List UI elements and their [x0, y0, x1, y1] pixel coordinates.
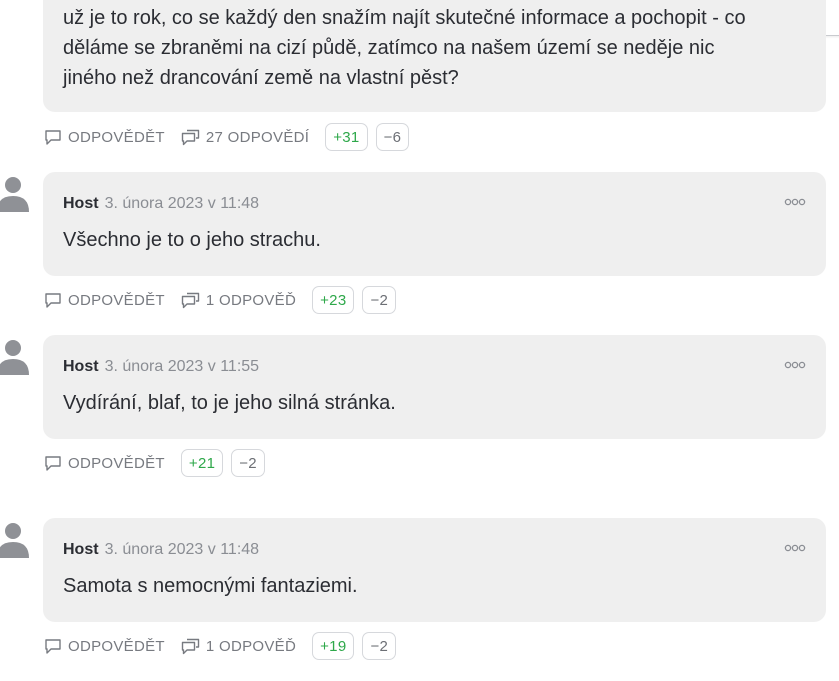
replies-label: 1 ODPOVĚĎ	[205, 637, 297, 655]
upvote-button[interactable]: +23	[312, 286, 355, 314]
comment-meta: Host 3. února 2023 v 11:48	[63, 541, 259, 559]
comment-author[interactable]: Host	[63, 541, 99, 558]
speech-bubbles-icon	[181, 292, 200, 308]
downvote-button[interactable]: −2	[362, 286, 397, 314]
comment-actions: ODPOVĚDĚT 1 ODPOVĚĎ +23 −2	[44, 285, 404, 315]
upvote-button[interactable]: +19	[312, 632, 355, 660]
replies-count-button[interactable]: 1 ODPOVĚĎ	[181, 292, 296, 309]
comment-text: Všechno je to o jeho strachu.	[63, 229, 321, 251]
comment-actions: ODPOVĚDĚT 27 ODPOVĚDÍ +31 −6	[44, 122, 417, 152]
comment-text: Vydírání, blaf, to je jeho silná stránka…	[63, 392, 396, 414]
reply-label: ODPOVĚDĚT	[68, 637, 165, 655]
more-dots-icon[interactable]	[784, 543, 806, 553]
upvote-button[interactable]: +21	[180, 449, 224, 477]
reply-label: ODPOVĚDĚT	[68, 128, 165, 146]
reply-button[interactable]: ODPOVĚDĚT	[44, 129, 165, 146]
comment-meta: Host 3. února 2023 v 11:48	[63, 195, 259, 213]
comments-section: už je to rok, co se každý den snažím naj…	[0, 0, 839, 681]
comment-bubble: Host 3. února 2023 v 11:48 Všechno je to …	[43, 172, 826, 276]
comment-date: 3. února 2023 v 11:48	[104, 195, 260, 212]
comment-date: 3. února 2023 v 11:48	[104, 541, 260, 558]
replies-label: 27 ODPOVĚDÍ	[205, 128, 310, 146]
more-dots-icon[interactable]	[784, 197, 806, 207]
reply-label: ODPOVĚDĚT	[68, 291, 165, 309]
upvote-button[interactable]: +31	[325, 123, 368, 151]
comment-text-line-1: už je to rok, co se každý den snažím naj…	[63, 7, 746, 29]
comment-actions: ODPOVĚDĚT +21 −2	[44, 448, 273, 478]
comment-actions: ODPOVĚDĚT 1 ODPOVĚĎ +19 −2	[44, 631, 404, 661]
comment-date: 3. února 2023 v 11:55	[104, 358, 260, 375]
downvote-button[interactable]: −2	[231, 449, 265, 477]
user-avatar-icon	[0, 523, 29, 558]
replies-count-button[interactable]: 27 ODPOVĚDÍ	[181, 129, 309, 146]
user-avatar-icon	[0, 177, 29, 212]
reply-button[interactable]: ODPOVĚDĚT	[44, 292, 165, 309]
comment-bubble: Host 3. února 2023 v 11:48 Samota s nemoc…	[43, 518, 826, 622]
user-avatar-icon	[0, 340, 29, 375]
speech-bubble-icon	[45, 292, 61, 308]
speech-bubbles-icon	[181, 638, 200, 654]
reply-label: ODPOVĚDĚT	[68, 454, 165, 472]
speech-bubble-icon	[45, 129, 61, 145]
replies-label: 1 ODPOVĚĎ	[205, 291, 297, 309]
speech-bubble-icon	[45, 455, 61, 471]
comment-bubble: Host 3. února 2023 v 11:55 Vydírání, blaf…	[43, 335, 826, 439]
replies-count-button[interactable]: 1 ODPOVĚĎ	[181, 638, 296, 655]
comment-meta: Host 3. února 2023 v 11:55	[63, 358, 259, 376]
comment-bubble: už je to rok, co se každý den snažím naj…	[43, 0, 826, 112]
comment-text: Samota s nemocnými fantaziemi.	[63, 575, 358, 597]
comment-text-line-2: děláme se zbraněmi na cizí půdě, zatímco…	[63, 37, 715, 59]
more-dots-icon[interactable]	[784, 360, 806, 370]
downvote-button[interactable]: −2	[362, 632, 397, 660]
speech-bubble-icon	[45, 638, 61, 654]
speech-bubbles-icon	[181, 129, 200, 145]
downvote-button[interactable]: −6	[375, 123, 410, 151]
reply-button[interactable]: ODPOVĚDĚT	[44, 638, 165, 655]
comment-author[interactable]: Host	[63, 195, 99, 212]
comment-text-line-3: jiného než drancování země na vlastní pě…	[63, 67, 459, 89]
reply-button[interactable]: ODPOVĚDĚT	[44, 455, 165, 472]
comment-author[interactable]: Host	[63, 358, 99, 375]
